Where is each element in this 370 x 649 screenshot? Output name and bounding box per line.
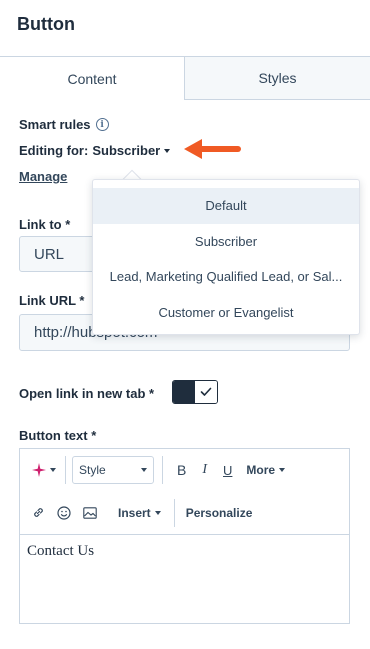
- emoji-icon: [57, 505, 71, 520]
- link-to-label: Link to *: [19, 217, 71, 232]
- more-dropdown[interactable]: More: [246, 463, 286, 477]
- tab-bar: Content Styles: [0, 57, 370, 100]
- smart-rules-label: Smart rules: [19, 117, 91, 132]
- smart-rules-heading: Smart rules i: [19, 117, 109, 132]
- chevron-down-icon: [164, 148, 171, 153]
- toggle-knob: [173, 381, 195, 403]
- panel-title: Button: [17, 14, 75, 34]
- link-icon: [34, 508, 43, 517]
- chevron-down-icon: [279, 468, 286, 472]
- emoji-button[interactable]: [57, 505, 71, 520]
- dropdown-item-lead[interactable]: Lead, Marketing Qualified Lead, or Sal..…: [93, 259, 359, 295]
- editing-for-label: Editing for:: [19, 143, 89, 158]
- dropdown-item-customer[interactable]: Customer or Evangelist: [93, 295, 359, 331]
- toolbar-divider: [173, 498, 175, 527]
- manage-link[interactable]: Manage: [19, 169, 67, 184]
- personalize-label: Personalize: [185, 505, 253, 520]
- sparkle-icon: [32, 463, 46, 477]
- image-button[interactable]: [83, 506, 97, 519]
- button-text-label: Button text *: [19, 428, 97, 443]
- ai-assistant-button[interactable]: [32, 463, 56, 477]
- editing-for-value: Subscriber: [92, 143, 161, 158]
- chevron-down-icon: [141, 468, 147, 472]
- dropdown-item-default[interactable]: Default: [93, 188, 359, 224]
- chevron-down-icon: [50, 468, 56, 472]
- annotation-arrow-icon: [184, 139, 241, 159]
- dropdown-item-subscriber[interactable]: Subscriber: [93, 224, 359, 260]
- toolbar-divider: [162, 456, 163, 484]
- tab-content[interactable]: Content: [0, 57, 185, 100]
- checkmark-icon: [200, 387, 212, 396]
- smart-rules-dropdown-menu: Default Subscriber Lead, Marketing Quali…: [92, 179, 360, 335]
- personalize-button[interactable]: Personalize: [186, 506, 253, 520]
- more-label: More: [246, 463, 276, 477]
- editor-toolbar-row-1: Style B I U More: [20, 449, 349, 491]
- open-new-tab-label: Open link in new tab *: [19, 386, 155, 401]
- rich-text-editor: Style B I U More Insert Personalize Cont…: [19, 448, 350, 624]
- style-select[interactable]: Style: [72, 456, 154, 484]
- link-button[interactable]: [32, 506, 45, 519]
- tab-styles[interactable]: Styles: [185, 57, 370, 100]
- toolbar-divider: [65, 456, 66, 484]
- info-icon[interactable]: i: [95, 118, 109, 131]
- editor-content[interactable]: Contact Us: [27, 543, 94, 560]
- bold-button[interactable]: B: [177, 462, 186, 478]
- link-to-value: URL: [34, 245, 65, 263]
- underline-button[interactable]: U: [223, 463, 232, 478]
- italic-button[interactable]: I: [202, 462, 207, 478]
- editing-for-dropdown[interactable]: Subscriber: [92, 143, 171, 158]
- editing-for-row: Editing for: Subscriber: [19, 143, 171, 158]
- insert-label: Insert: [118, 505, 151, 520]
- image-icon: [83, 506, 97, 519]
- style-select-label: Style: [79, 463, 106, 477]
- editor-toolbar-row-2: Insert Personalize: [20, 491, 349, 534]
- chevron-down-icon: [154, 510, 161, 515]
- editor-divider: [20, 534, 349, 535]
- insert-dropdown[interactable]: Insert: [118, 506, 161, 520]
- toggle-on-state: [195, 381, 217, 403]
- link-url-label: Link URL *: [19, 293, 85, 308]
- open-new-tab-toggle[interactable]: [172, 380, 218, 404]
